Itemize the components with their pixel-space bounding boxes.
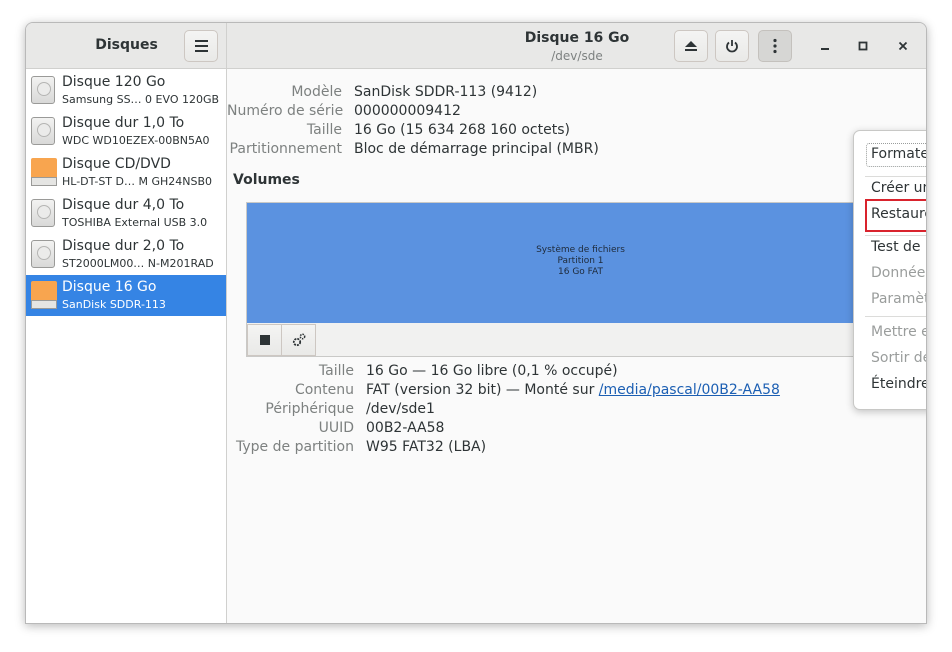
disk-menu-popover: Formater le disque… Créer une image disq… — [853, 130, 926, 410]
partition-type-label: Type de partition — [236, 439, 354, 455]
uuid-value: 00B2-AA58 — [366, 420, 445, 436]
menu-power-off[interactable]: Éteindre — [871, 376, 926, 392]
disk-name: Disque dur 1,0 To — [62, 115, 185, 131]
volume-size-label: Taille — [318, 363, 354, 379]
disk-name: Disque dur 4,0 To — [62, 197, 185, 213]
optical-drive-icon — [31, 158, 57, 186]
partition-options-button[interactable] — [281, 324, 316, 356]
sidebar-header: Disques — [26, 23, 227, 69]
hdd-icon — [31, 76, 55, 104]
menu-benchmark[interactable]: Test de performance du disque… — [871, 239, 926, 255]
disk-model: SanDisk SDDR-113 — [62, 298, 166, 311]
minimize-button[interactable] — [814, 35, 836, 57]
disk-item[interactable]: Disque 120 Go Samsung SS… 0 EVO 120GB — [26, 70, 226, 111]
partition-size: 16 Go FAT — [558, 267, 603, 277]
volume-size-value: 16 Go — 16 Go libre (0,1 % occupé) — [366, 363, 618, 379]
removable-drive-icon — [31, 281, 57, 309]
disk-model: HL-DT-ST D… M GH24NSB0 — [62, 175, 213, 188]
device-value: /dev/sde1 — [366, 401, 435, 417]
menu-create-image[interactable]: Créer une image disque… — [871, 180, 926, 196]
menu-standby[interactable]: Mettre en veille maintenant — [871, 324, 926, 340]
disk-list: Disque 120 Go Samsung SS… 0 EVO 120GB Di… — [26, 69, 227, 623]
menu-separator — [865, 235, 926, 236]
partition-name: Partition 1 — [557, 256, 604, 266]
partition-type: Système de fichiers — [536, 245, 625, 255]
serial-label: Numéro de série — [227, 103, 344, 119]
eject-button[interactable] — [674, 30, 708, 62]
close-button[interactable] — [892, 35, 914, 57]
disk-item[interactable]: Disque dur 4,0 To TOSHIBA External USB 3… — [26, 193, 226, 234]
serial-value: 000000009412 — [354, 103, 461, 119]
app-menu-button[interactable] — [184, 30, 218, 62]
disk-item[interactable]: Disque dur 1,0 To WDC WD10EZEX-00BN5A0 — [26, 111, 226, 152]
uuid-label: UUID — [318, 420, 354, 436]
disk-name: Disque 120 Go — [62, 74, 166, 90]
eject-icon — [685, 41, 697, 51]
disk-name: Disque CD/DVD — [62, 156, 171, 172]
disk-name: Disque 16 Go — [62, 279, 157, 295]
contents-value: FAT (version 32 bit) — Monté sur /media/… — [366, 382, 780, 398]
minimize-icon — [821, 48, 829, 50]
mount-point-link[interactable]: /media/pascal/00B2-AA58 — [599, 382, 780, 398]
menu-separator — [865, 176, 926, 177]
hdd-icon — [31, 199, 55, 227]
disks-window: Disques Disque 16 Go /dev/sde Disque 120… — [25, 22, 927, 624]
power-icon — [726, 40, 738, 53]
menu-separator — [865, 316, 926, 317]
menu-wakeup[interactable]: Sortir de veille — [871, 350, 926, 366]
gears-icon — [292, 333, 305, 347]
contents-label: Contenu — [294, 382, 354, 398]
disk-model: TOSHIBA External USB 3.0 — [62, 216, 208, 229]
disk-item[interactable]: Disque CD/DVD HL-DT-ST D… M GH24NSB0 — [26, 152, 226, 193]
disk-model: WDC WD10EZEX-00BN5A0 — [62, 134, 210, 147]
model-label: Modèle — [291, 84, 342, 100]
volumes-heading: Volumes — [233, 172, 300, 188]
maximize-button[interactable] — [852, 35, 874, 57]
disk-item[interactable]: Disque dur 2,0 To ST2000LM00… N-M201RAD — [26, 234, 226, 275]
close-icon — [898, 41, 908, 51]
power-off-button[interactable] — [715, 30, 749, 62]
disk-menu-button[interactable] — [758, 30, 792, 62]
hdd-icon — [31, 240, 55, 268]
disk-details: Modèle SanDisk SDDR-113 (9412) Numéro de… — [227, 69, 926, 623]
hdd-icon — [31, 117, 55, 145]
maximize-icon — [858, 41, 868, 51]
model-value: SanDisk SDDR-113 (9412) — [354, 84, 538, 100]
disk-model: Samsung SS… 0 EVO 120GB — [62, 93, 220, 106]
device-label: Périphérique — [265, 401, 354, 417]
restore-image-highlight — [865, 199, 926, 232]
menu-disk-settings[interactable]: Paramètres du disque… — [871, 291, 926, 307]
partition-block[interactable]: Système de fichiers Partition 1 16 Go FA… — [247, 203, 914, 323]
volume-map: Système de fichiers Partition 1 16 Go FA… — [246, 202, 915, 357]
size-value: 16 Go (15 634 268 160 octets) — [354, 122, 570, 138]
partition-type-value: W95 FAT32 (LBA) — [366, 439, 487, 455]
menu-smart[interactable]: Données SMART et auto-tests… — [871, 265, 926, 281]
unmount-button[interactable] — [247, 324, 282, 356]
hamburger-icon — [194, 40, 208, 42]
stop-icon — [259, 335, 270, 345]
more-vertical-icon — [773, 38, 777, 54]
contents-text: FAT (version 32 bit) — Monté sur — [366, 382, 599, 398]
menu-format-disk[interactable]: Formater le disque… — [871, 146, 926, 162]
headerbar: Disque 16 Go /dev/sde — [227, 23, 926, 69]
partitioning-value: Bloc de démarrage principal (MBR) — [354, 141, 599, 157]
size-label: Taille — [306, 122, 342, 138]
disk-item-selected[interactable]: Disque 16 Go SanDisk SDDR-113 — [26, 275, 226, 316]
disk-model: ST2000LM00… N-M201RAD — [62, 257, 214, 270]
disk-name: Disque dur 2,0 To — [62, 238, 185, 254]
partitioning-label: Partitionnement — [229, 141, 342, 157]
